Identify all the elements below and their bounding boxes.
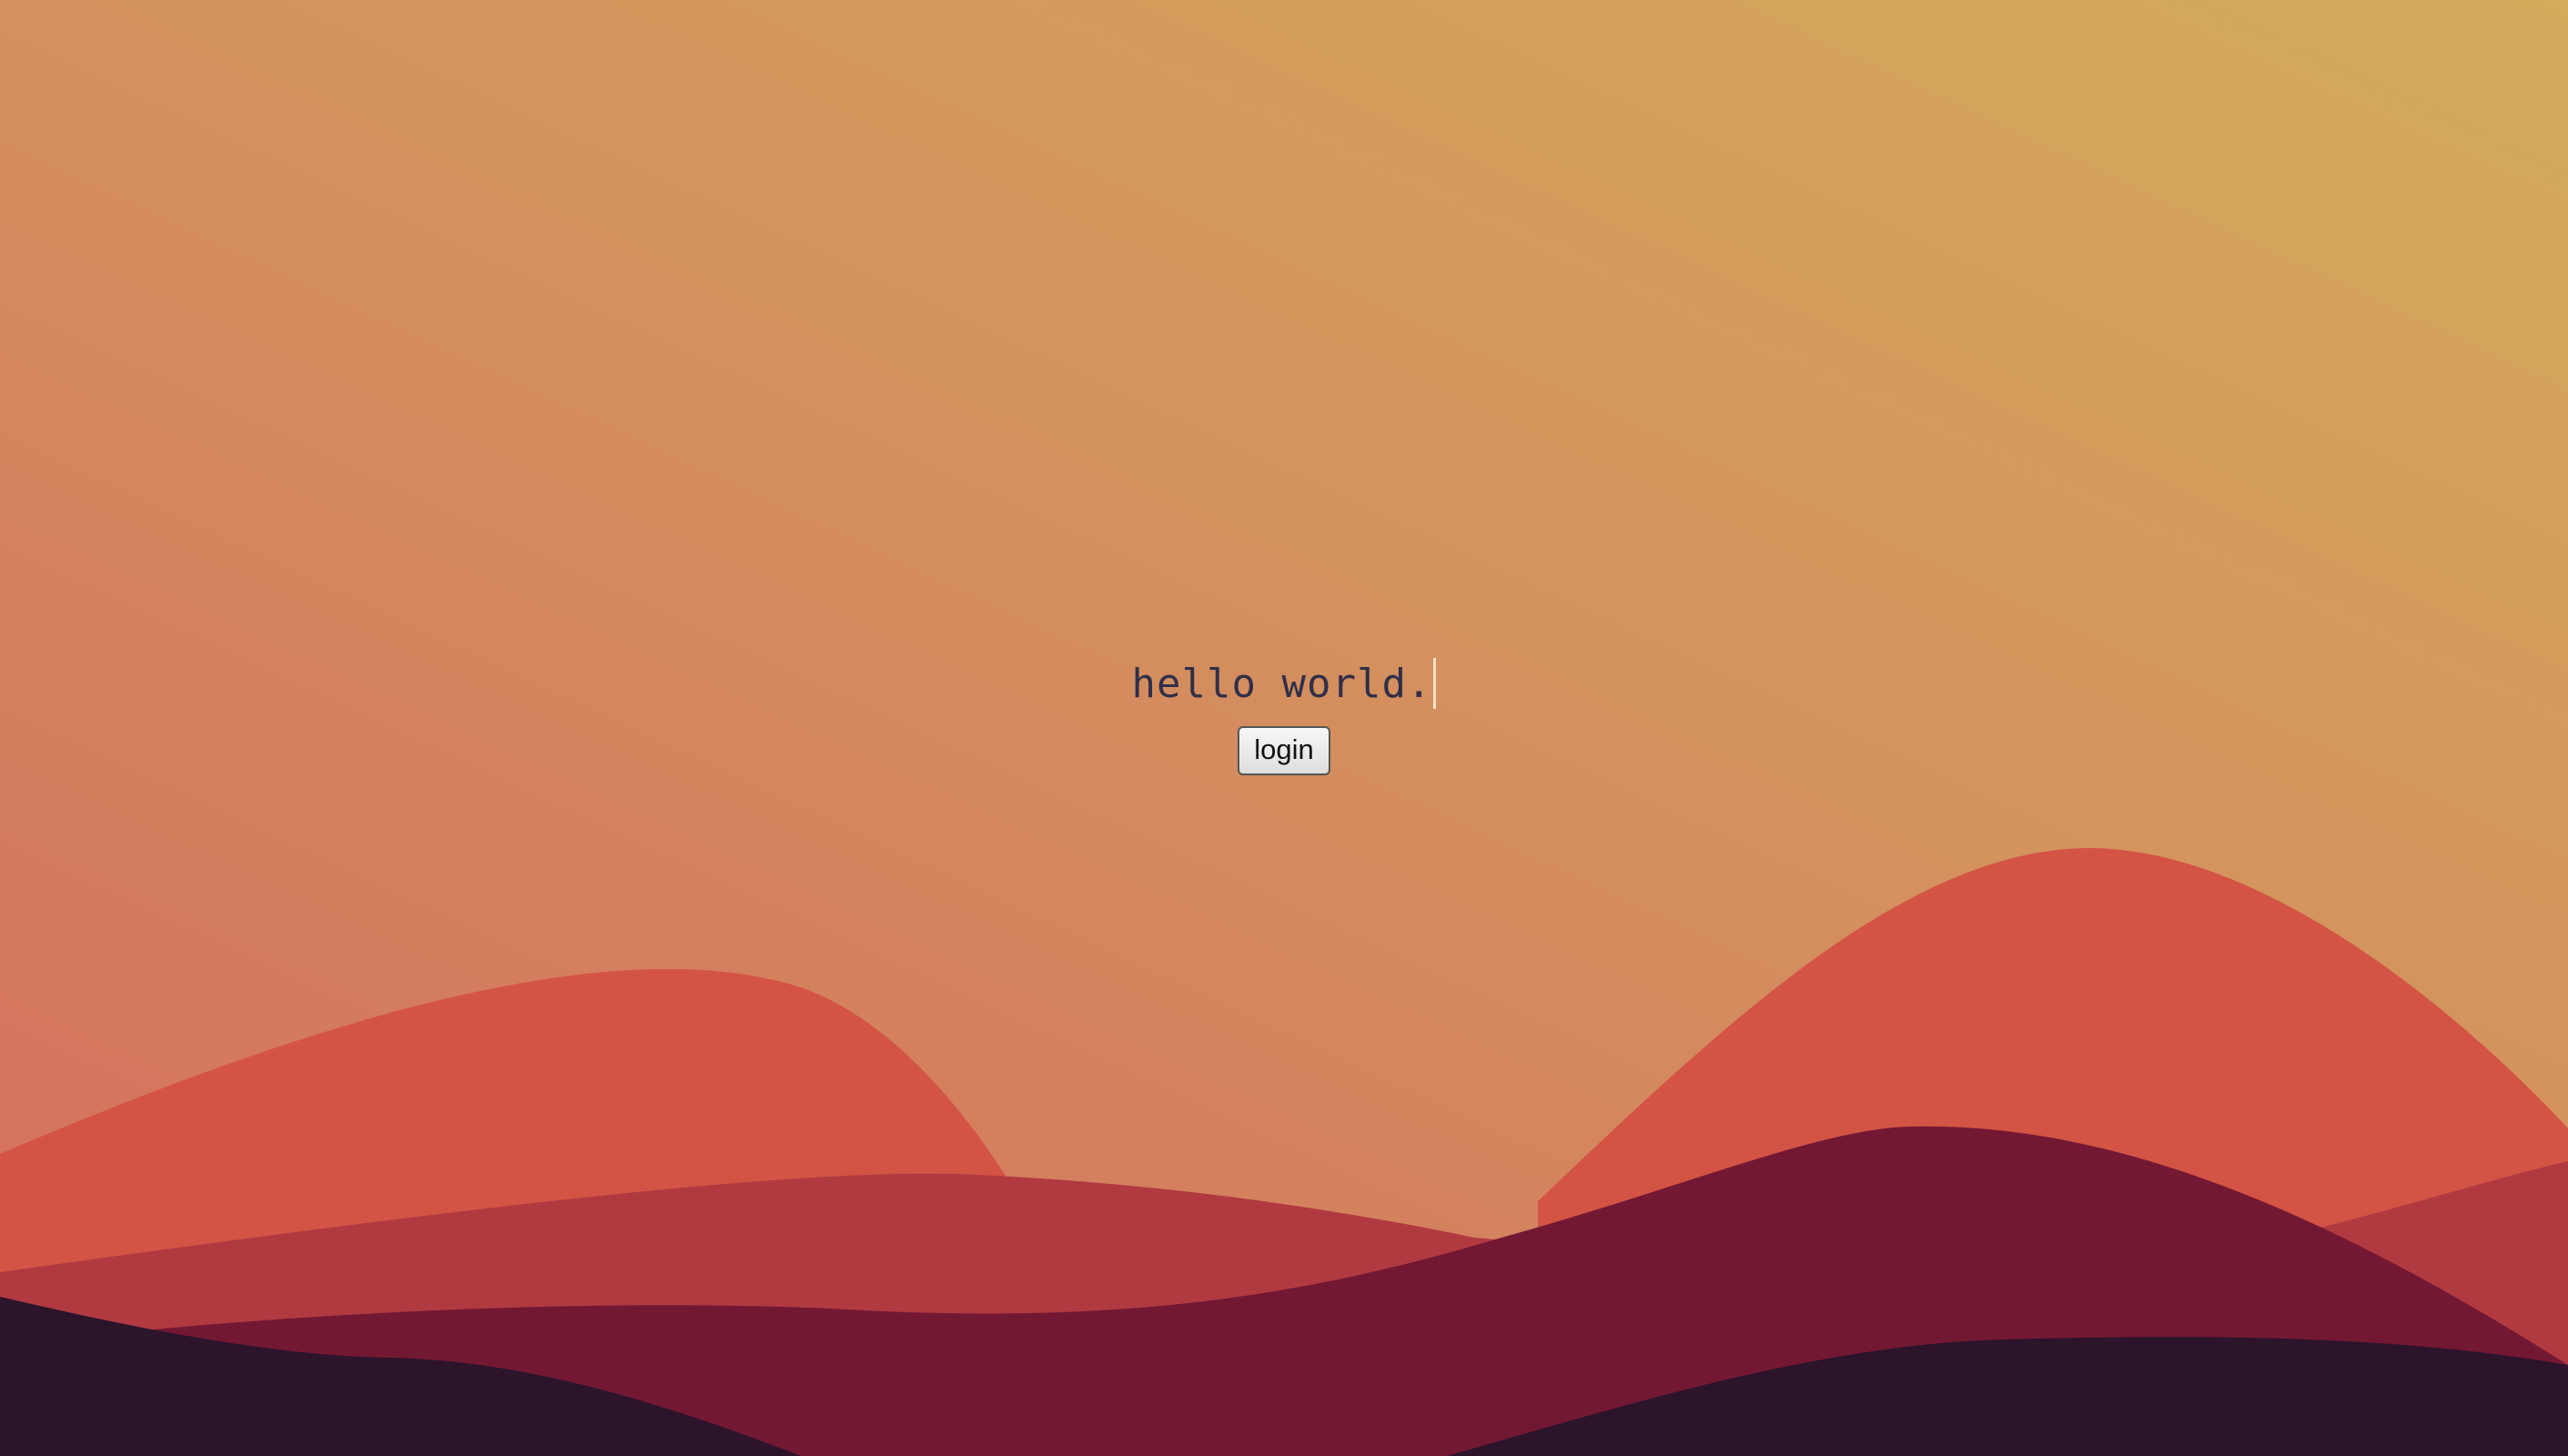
text-caret [1433, 658, 1437, 709]
headline-row: hello world. [1132, 652, 1437, 715]
login-panel: hello world. login [0, 652, 2568, 775]
login-button[interactable]: login [1238, 726, 1330, 775]
headline-text: hello world. [1131, 660, 1432, 707]
